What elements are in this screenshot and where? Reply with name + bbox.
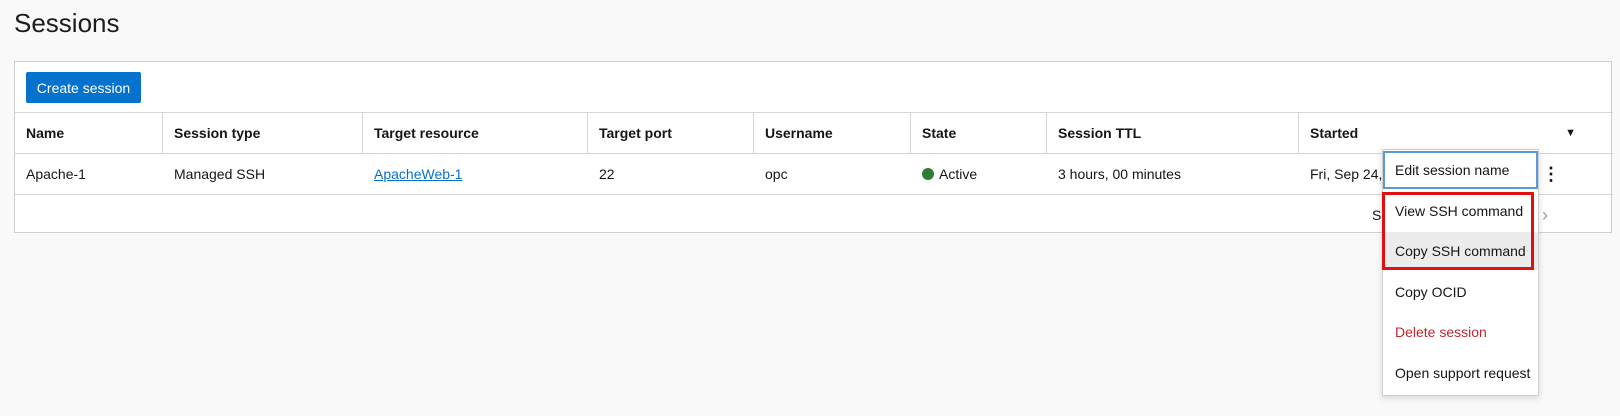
cell-username: opc <box>765 166 788 182</box>
menu-item-open-support-request[interactable]: Open support request <box>1383 354 1538 392</box>
cell-session-type: Managed SSH <box>174 166 266 182</box>
chevron-right-icon[interactable]: › <box>1542 205 1548 226</box>
cell-session-ttl: 3 hours, 00 minutes <box>1058 166 1181 182</box>
cell-target-resource: ApacheWeb-1 <box>363 154 588 194</box>
column-header-username[interactable]: Username <box>754 113 911 153</box>
caret-down-icon[interactable]: ▼ <box>1565 113 1576 153</box>
started-header-label: Started <box>1310 125 1359 141</box>
table-footer: S › <box>15 194 1613 235</box>
menu-item-view-ssh-command[interactable]: View SSH command <box>1383 192 1538 230</box>
column-header-started[interactable]: Started ▼ <box>1299 113 1613 153</box>
menu-item-edit-session-name[interactable]: Edit session name <box>1383 151 1538 189</box>
target-resource-link[interactable]: ApacheWeb-1 <box>374 166 462 182</box>
create-session-button[interactable]: Create session <box>26 72 141 103</box>
kebab-menu-icon[interactable]: ⋮ <box>1541 154 1561 194</box>
column-header-state[interactable]: State <box>911 113 1047 153</box>
cell-state: Active <box>911 154 1047 194</box>
menu-item-copy-ssh-command[interactable]: Copy SSH command <box>1383 232 1538 270</box>
page-title: Sessions <box>14 8 120 38</box>
menu-item-delete-session[interactable]: Delete session <box>1383 313 1538 351</box>
menu-item-copy-ocid[interactable]: Copy OCID <box>1383 273 1538 311</box>
row-actions-menu: Edit session name View SSH command Copy … <box>1382 149 1539 396</box>
column-header-target-port[interactable]: Target port <box>588 113 754 153</box>
sessions-panel: Create session Name Session type Target … <box>14 61 1613 235</box>
column-header-session-ttl[interactable]: Session TTL <box>1047 113 1299 153</box>
column-header-name[interactable]: Name <box>15 113 163 153</box>
column-header-target-resource[interactable]: Target resource <box>363 113 588 153</box>
state-label: Active <box>939 166 978 182</box>
table-row: Apache-1 Managed SSH ApacheWeb-1 22 opc … <box>15 153 1613 194</box>
status-dot-icon <box>922 168 934 180</box>
cell-target-port: 22 <box>599 166 615 182</box>
table-header-row: Name Session type Target resource Target… <box>15 112 1613 153</box>
sessions-table: Name Session type Target resource Target… <box>15 112 1613 235</box>
cell-name: Apache-1 <box>26 166 86 182</box>
footer-text: S <box>1372 207 1382 223</box>
column-header-session-type[interactable]: Session type <box>163 113 363 153</box>
